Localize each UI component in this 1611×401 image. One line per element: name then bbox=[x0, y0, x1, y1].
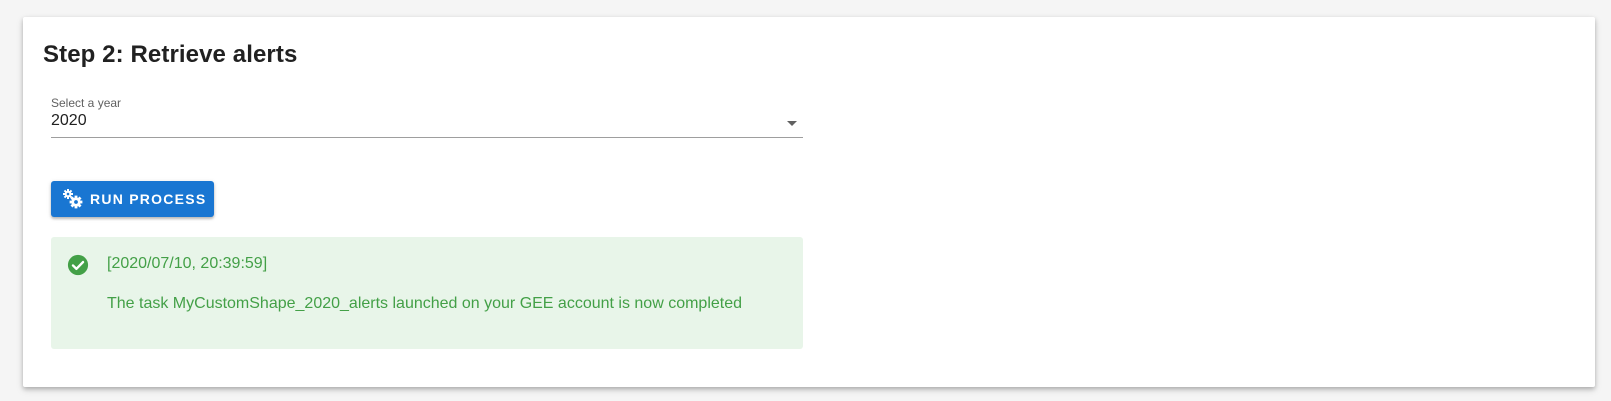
select-underline bbox=[51, 137, 803, 138]
cogs-icon bbox=[63, 189, 83, 209]
step-card: Step 2: Retrieve alerts Select a year 20… bbox=[23, 17, 1595, 387]
alert-message: The task MyCustomShape_2020_alerts launc… bbox=[107, 295, 743, 312]
run-process-label: RUN PROCESS bbox=[90, 191, 207, 207]
check-circle-icon bbox=[67, 254, 89, 276]
alert-timestamp: [2020/07/10, 20:39:59] bbox=[107, 255, 268, 272]
success-alert: [2020/07/10, 20:39:59] The task MyCustom… bbox=[51, 237, 803, 349]
year-select-value[interactable]: 2020 bbox=[51, 112, 87, 130]
dropdown-arrow-icon[interactable] bbox=[787, 121, 797, 126]
year-select[interactable]: Select a year 2020 bbox=[51, 96, 803, 160]
card-title: Step 2: Retrieve alerts bbox=[43, 41, 298, 68]
run-process-button[interactable]: RUN PROCESS bbox=[51, 181, 214, 217]
year-select-label: Select a year bbox=[51, 96, 122, 110]
